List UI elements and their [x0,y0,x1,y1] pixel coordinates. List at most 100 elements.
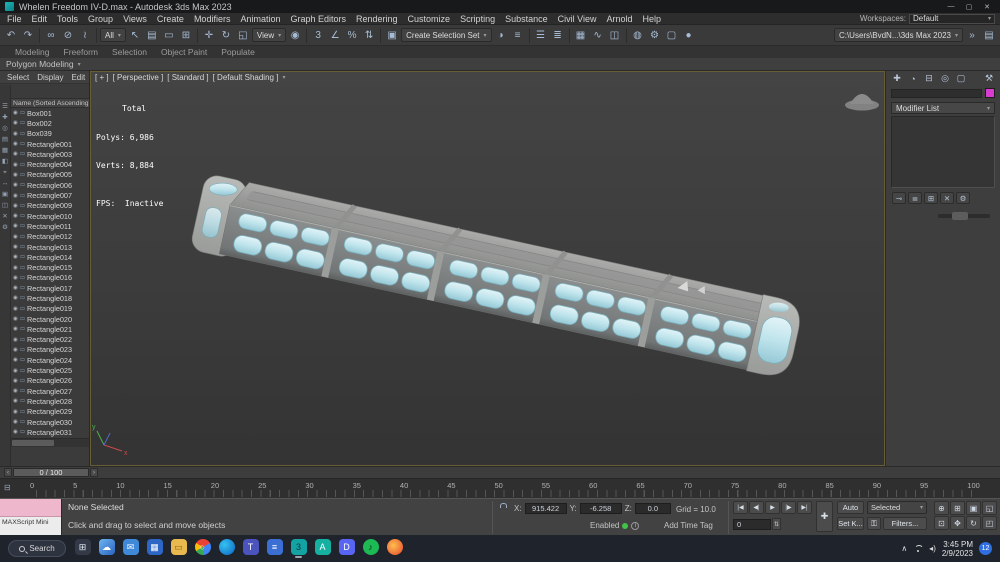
workspace-tools-icon[interactable]: ▤ [981,27,997,44]
taskbar-app-icon[interactable]: ▦ [146,539,163,558]
render-icon[interactable]: ● [681,27,697,44]
taskbar-app-icon[interactable]: A [314,539,331,558]
modifier-list-dropdown[interactable]: Modifier List ▾ [891,102,995,114]
visibility-eye-icon[interactable]: ◉ [13,275,18,281]
menu-item[interactable]: Help [637,13,666,25]
next-frame-icon[interactable]: |▶ [781,501,796,514]
spinner-snap-icon[interactable]: ⇅ [361,27,377,44]
explorer-menu-item[interactable]: Display [33,73,67,82]
scene-object-row[interactable]: ◉ ▭ Rectangle025 [11,365,89,375]
scene-explorer-toggle-icon[interactable]: ☰ [533,27,549,44]
scene-object-row[interactable]: ◉ ▭ Rectangle015 [11,262,89,272]
select-by-name-icon[interactable]: ▤ [144,27,160,44]
make-unique-icon[interactable]: ⊞ [924,192,938,204]
maximize-viewport-icon[interactable]: ◰ [982,516,997,530]
viewport-label-segment[interactable]: [ Perspective ] [113,73,164,82]
menu-item[interactable]: Substance [500,13,553,25]
viewport-label-segment[interactable]: [ Default Shading ] [213,73,279,82]
auto-key-button[interactable]: Auto [837,501,864,514]
visibility-eye-icon[interactable]: ◉ [13,162,18,168]
visibility-eye-icon[interactable]: ◉ [13,285,18,291]
current-frame-field[interactable]: 0 [733,519,771,530]
create-tab-icon[interactable]: ✚ [891,73,903,84]
go-to-end-icon[interactable]: ▶| [797,501,812,514]
menu-item[interactable]: Group [83,13,118,25]
visibility-eye-icon[interactable]: ◉ [13,244,18,250]
explorer-tool-icon[interactable]: ▤ [2,136,8,143]
zoom-all-icon[interactable]: ⊞ [950,501,965,515]
ribbon-toggle-icon[interactable]: ▦ [573,27,589,44]
scene-object-row[interactable]: ◉ ▭ Rectangle004 [11,159,89,169]
menu-item[interactable]: Scripting [455,13,500,25]
scene-object-row[interactable]: ◉ ▭ Rectangle011 [11,221,89,231]
set-key-button[interactable]: Set K... [837,517,864,530]
orbit-icon[interactable]: ↻ [966,516,981,530]
visibility-eye-icon[interactable]: ◉ [13,203,18,209]
scrollbar-thumb[interactable] [12,440,54,446]
scene-object-row[interactable]: ◉ ▭ Rectangle024 [11,355,89,365]
visibility-eye-icon[interactable]: ◉ [13,409,18,415]
selection-filter-dropdown[interactable]: All▾ [100,28,126,42]
angle-snap-icon[interactable]: ∠ [327,27,343,44]
explorer-tool-icon[interactable]: ▣ [2,191,8,198]
scene-object-row[interactable]: ◉ ▭ Rectangle020 [11,314,89,324]
scene-object-row[interactable]: ◉ ▭ Rectangle014 [11,252,89,262]
explorer-menu-item[interactable]: Select [3,73,33,82]
visibility-eye-icon[interactable]: ◉ [13,429,18,435]
scene-object-row[interactable]: ◉ ▭ Rectangle006 [11,180,89,190]
scene-object-row[interactable]: ◉ ▭ Rectangle019 [11,304,89,314]
taskbar-app-icon[interactable]: ⊞ [74,539,91,558]
visibility-eye-icon[interactable]: ◉ [13,193,18,199]
remove-modifier-icon[interactable]: ✕ [940,192,954,204]
viewport-label-segment[interactable]: [ + ] [95,73,109,82]
explorer-tool-icon[interactable]: ◎ [2,125,8,132]
visibility-eye-icon[interactable]: ◉ [13,234,18,240]
ribbon-panel-bar[interactable]: Polygon Modeling ▾ [0,58,1000,71]
selection-region-icon[interactable]: ▭ [161,27,177,44]
redo-icon[interactable]: ↷ [20,27,36,44]
taskbar-app-icon[interactable]: ☁ [98,539,115,558]
select-object-icon[interactable]: ↖ [127,27,143,44]
visibility-eye-icon[interactable]: ◉ [13,398,18,404]
ribbon-tab[interactable]: Object Paint [154,46,214,58]
toolbar-overflow-icon[interactable]: » [964,27,980,44]
track-bar[interactable]: ⊟ 05101520253035404550556065707580859095… [0,478,1000,498]
key-mode-icon[interactable]: ⚿ [867,517,881,530]
percent-snap-icon[interactable]: % [344,27,360,44]
bind-to-spacewarp-icon[interactable]: ≀ [77,27,93,44]
layer-explorer-icon[interactable]: ≣ [550,27,566,44]
scene-object-row[interactable]: ◉ ▭ Rectangle017 [11,283,89,293]
align-icon[interactable]: ≡ [510,27,526,44]
visibility-eye-icon[interactable]: ◉ [13,110,18,116]
reference-coordinate-dropdown[interactable]: View▾ [252,28,286,42]
add-time-tag[interactable]: Add Time Tag [664,521,713,530]
zoom-region-icon[interactable]: ⊡ [934,516,949,530]
use-pivot-center-icon[interactable]: ◉ [287,27,303,44]
explorer-sort-header[interactable]: Name (Sorted Ascending) [11,98,89,108]
scene-object-row[interactable]: ◉ ▭ Rectangle029 [11,407,89,417]
visibility-eye-icon[interactable]: ◉ [13,378,18,384]
ribbon-tab[interactable]: Freeform [57,46,105,58]
configure-modifier-sets-icon[interactable]: ⚙ [956,192,970,204]
scene-object-row[interactable]: ◉ ▭ Box002 [11,118,89,128]
menu-item[interactable]: Tools [52,13,83,25]
notification-badge[interactable]: 12 [979,542,992,555]
ribbon-tab[interactable]: Populate [214,46,262,58]
menu-item[interactable]: Create [152,13,189,25]
z-coordinate-field[interactable]: 0.0 [635,503,671,514]
scene-object-row[interactable]: ◉ ▭ Rectangle028 [11,396,89,406]
visibility-eye-icon[interactable]: ◉ [13,316,18,322]
schematic-view-icon[interactable]: ◫ [607,27,623,44]
menu-item[interactable]: File [2,13,27,25]
visibility-eye-icon[interactable]: ◉ [13,151,18,157]
visibility-eye-icon[interactable]: ◉ [13,131,18,137]
scene-object-row[interactable]: ◉ ▭ Rectangle027 [11,386,89,396]
explorer-tool-icon[interactable]: ☰ [2,103,8,110]
viewport-label-caret-icon[interactable]: ▾ [282,74,285,81]
menu-item[interactable]: Customize [403,13,456,25]
scene-object-row[interactable]: ◉ ▭ Rectangle001 [11,139,89,149]
workspace-dropdown[interactable]: Default▾ [909,14,995,24]
visibility-eye-icon[interactable]: ◉ [13,182,18,188]
scene-object-row[interactable]: ◉ ▭ Rectangle031 [11,427,89,437]
x-coordinate-field[interactable]: 915.422 [525,503,567,514]
